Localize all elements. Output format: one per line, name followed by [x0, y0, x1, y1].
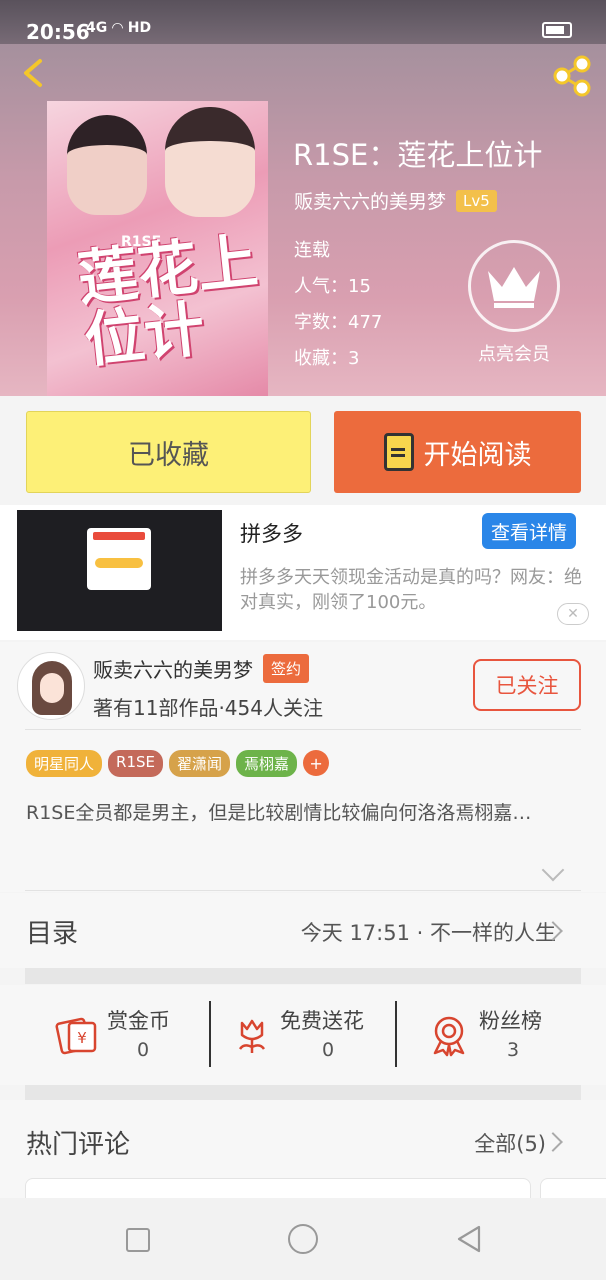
book-author[interactable]: 贩卖六六的美男梦: [294, 187, 446, 214]
support-row: ¥ 赏金币 0 免费送花 0 粉丝榜 3: [0, 985, 606, 1085]
expand-chevron-icon[interactable]: [541, 858, 565, 882]
ad-details-button[interactable]: 查看详情: [482, 513, 576, 549]
vip-button[interactable]: 点亮会员: [468, 240, 560, 366]
book-word-count: 字数：477: [294, 312, 383, 333]
tag-chip[interactable]: 明星同人: [26, 750, 103, 777]
author-section: 贩卖六六的美男梦 签约 著有11部作品·454人关注 已关注 明星同人 R1SE…: [0, 642, 606, 892]
toc-row[interactable]: 目录 今天 17:51 · 不一样的人生: [0, 893, 606, 968]
book-status: 连载: [294, 240, 330, 261]
ad-description: 拼多多天天领现金活动是真的吗？网友：绝对真实，刚领了100元。: [240, 567, 582, 613]
tag-list: 明星同人 R1SE 翟潇闻 焉栩嘉 +: [26, 750, 330, 777]
following-button[interactable]: 已关注: [473, 659, 581, 711]
all-comments-link[interactable]: 全部(5): [474, 1128, 546, 1158]
back-arrow-icon[interactable]: [18, 58, 48, 88]
ad-popup-graphic: [87, 528, 151, 590]
recent-apps-icon[interactable]: [126, 1228, 150, 1252]
fan-ranking-label: 粉丝榜: [479, 1009, 542, 1033]
book-icon: [383, 433, 414, 471]
reward-coin-button[interactable]: ¥ 赏金币 0: [55, 1005, 195, 1065]
tag-chip[interactable]: R1SE: [108, 750, 163, 777]
battery-icon: [542, 22, 572, 38]
share-icon[interactable]: [550, 54, 594, 98]
author-name[interactable]: 贩卖六六的美男梦: [93, 654, 253, 683]
book-author-line[interactable]: 贩卖六六的美男梦 Lv5: [294, 187, 497, 214]
divider: [395, 1001, 397, 1067]
toc-latest-chapter: 今天 17:51 · 不一样的人生: [300, 921, 556, 945]
ad-banner[interactable]: 拼多多 查看详情 拼多多天天领现金活动是真的吗？网友：绝对真实，刚领了100元。…: [0, 505, 606, 640]
hot-comments-title: 热门评论: [26, 1130, 131, 1160]
fan-ranking-button[interactable]: 粉丝榜 3: [427, 1005, 567, 1065]
start-reading-label: 开始阅读: [423, 439, 532, 471]
book-title: R1SE：莲花上位计: [293, 138, 543, 172]
section-separator: [25, 968, 581, 984]
tag-chip[interactable]: 翟潇闻: [168, 750, 230, 777]
favorited-button[interactable]: 已收藏: [26, 411, 311, 493]
book-synopsis[interactable]: R1SE全员都是男主，但是比较剧情比较偏向何洛洛焉栩嘉…: [26, 800, 582, 827]
home-icon[interactable]: [288, 1224, 318, 1254]
reward-coin-count: 0: [137, 1039, 150, 1061]
book-header: 20:56 4G ◠ HD R1SE 莲花上位计 R1SE：莲花上位计 贩卖六六…: [0, 0, 606, 396]
status-bar: 20:56 4G ◠ HD: [0, 0, 606, 44]
book-cover[interactable]: R1SE 莲花上位计: [47, 101, 268, 396]
tag-chip[interactable]: 焉栩嘉: [236, 750, 298, 777]
crown-icon: [468, 240, 560, 332]
signal-icon: 4G ◠ HD: [86, 20, 151, 36]
fan-ranking-count: 3: [507, 1039, 520, 1061]
toc-label: 目录: [26, 919, 79, 949]
vip-label: 点亮会员: [478, 344, 550, 365]
cover-figure-male: [165, 107, 255, 217]
book-stats: 连载 人气：15 字数：477 收藏：3: [294, 233, 382, 377]
divider: [25, 890, 581, 891]
start-reading-button[interactable]: 开始阅读: [334, 411, 581, 493]
network-type: 4G: [86, 20, 108, 36]
flower-icon: [238, 1019, 266, 1053]
status-time: 20:56: [26, 20, 90, 44]
author-name-line[interactable]: 贩卖六六的美男梦 签约: [93, 654, 310, 683]
medal-icon: [433, 1016, 465, 1057]
favorited-label: 已收藏: [128, 439, 209, 471]
chevron-right-icon[interactable]: [543, 1132, 563, 1152]
ad-image[interactable]: [17, 510, 222, 631]
ad-close-icon[interactable]: ✕: [557, 603, 589, 625]
divider: [209, 1001, 211, 1067]
free-flower-count: 0: [322, 1039, 335, 1061]
coin-envelope-icon: ¥: [55, 1017, 97, 1055]
cover-title: 莲花上位计: [74, 226, 261, 377]
svg-text:¥: ¥: [77, 1029, 87, 1047]
level-badge: Lv5: [456, 189, 497, 212]
back-nav-icon[interactable]: [455, 1224, 483, 1254]
cover-figure-female: [67, 115, 147, 215]
book-popularity: 人气：15: [294, 276, 371, 297]
signed-badge: 签约: [263, 654, 310, 683]
section-separator: [25, 1085, 581, 1101]
book-favorites: 收藏：3: [294, 348, 360, 369]
wifi-icon: ◠: [112, 20, 128, 36]
ad-title: 拼多多: [240, 522, 303, 546]
author-avatar[interactable]: [17, 652, 85, 720]
hd-label: HD: [127, 20, 152, 36]
add-tag-icon[interactable]: +: [303, 750, 330, 776]
divider: [25, 729, 581, 730]
reward-coin-label: 赏金币: [107, 1009, 170, 1033]
free-flower-button[interactable]: 免费送花 0: [230, 1005, 390, 1065]
hot-comments-section: 热门评论 全部(5): [0, 1100, 606, 1218]
author-info: 著有11部作品·454人关注: [93, 696, 323, 720]
system-nav-bar: [0, 1198, 606, 1280]
free-flower-label: 免费送花: [280, 1009, 364, 1033]
